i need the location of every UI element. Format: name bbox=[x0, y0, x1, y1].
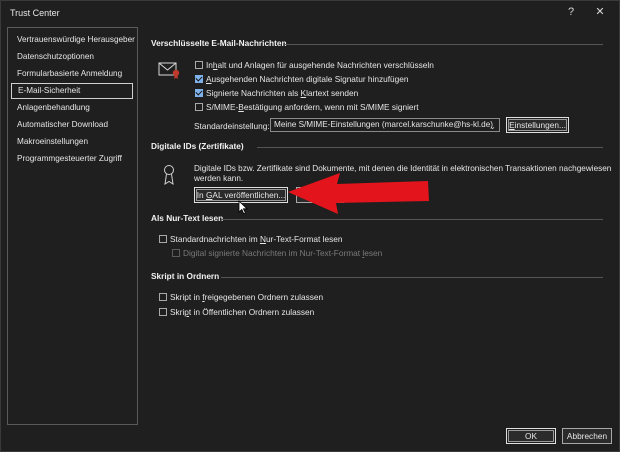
send-cleartext-signed-checkbox[interactable] bbox=[195, 89, 203, 97]
script-public-folders-checkbox[interactable] bbox=[159, 308, 167, 316]
section-divider bbox=[257, 147, 603, 148]
section-divider bbox=[283, 44, 603, 45]
sidebar-item-automatic-download[interactable]: Automatischer Download bbox=[11, 117, 133, 133]
send-cleartext-signed-label: Signierte Nachrichten als Klartext sende… bbox=[206, 88, 359, 98]
add-digital-signature-checkbox[interactable] bbox=[195, 75, 203, 83]
digital-ids-heading: Digitale IDs (Zertifikate) bbox=[151, 141, 244, 151]
red-arrow-annotation bbox=[288, 173, 429, 214]
read-signed-plain-text-label: Digital signierte Nachrichten im Nur-Tex… bbox=[183, 248, 383, 258]
script-shared-folders-label: Skript in freigegebenen Ordnern zulassen bbox=[170, 292, 324, 302]
read-signed-plain-text-checkbox[interactable] bbox=[172, 249, 180, 257]
default-setting-select[interactable]: Meine S/MIME-Einstellungen (marcel.karsc… bbox=[270, 118, 500, 132]
settings-button[interactable]: Einstellungen... bbox=[506, 117, 569, 133]
default-setting-value: Meine S/MIME-Einstellungen (marcel.karsc… bbox=[274, 120, 493, 129]
smime-receipt-label: S/MIME-Bestätigung anfordern, wenn mit S… bbox=[206, 102, 419, 112]
sidebar-item-email-security[interactable]: E-Mail-Sicherheit bbox=[11, 83, 133, 99]
plain-text-heading: Als Nur-Text lesen bbox=[151, 213, 224, 223]
signed-mail-icon bbox=[158, 62, 180, 79]
default-setting-label: Standardeinstellung: bbox=[194, 121, 270, 131]
ok-button[interactable]: OK bbox=[506, 428, 556, 444]
sidebar-item-macro-settings[interactable]: Makroeinstellungen bbox=[11, 134, 133, 150]
help-button[interactable]: ? bbox=[563, 4, 579, 20]
category-sidebar: Vertrauenswürdige Herausgeber Datenschut… bbox=[7, 27, 138, 425]
smime-receipt-checkbox[interactable] bbox=[195, 103, 203, 111]
encrypt-content-label: Inhalt und Anlagen für ausgehende Nachri… bbox=[206, 60, 434, 70]
sidebar-item-trusted-publishers[interactable]: Vertrauenswürdige Herausgeber bbox=[11, 32, 135, 48]
sidebar-item-attachment-handling[interactable]: Anlagenbehandlung bbox=[11, 100, 133, 116]
section-divider bbox=[221, 219, 603, 220]
script-public-folders-label: Skript in Öffentlichen Ordnern zulassen bbox=[170, 307, 315, 317]
dialog-title: Trust Center bbox=[10, 8, 60, 18]
section-divider bbox=[221, 277, 603, 278]
close-button[interactable]: ✕ bbox=[592, 4, 608, 20]
encrypted-email-heading: Verschlüsselte E-Mail-Nachrichten bbox=[151, 38, 287, 48]
read-plain-text-label: Standardnachrichten im Nur-Text-Format l… bbox=[170, 234, 343, 244]
read-plain-text-checkbox[interactable] bbox=[159, 235, 167, 243]
sidebar-item-privacy-options[interactable]: Datenschutzoptionen bbox=[11, 49, 133, 65]
encrypt-content-checkbox[interactable] bbox=[195, 61, 203, 69]
sidebar-item-form-based-signin[interactable]: Formularbasierte Anmeldung bbox=[11, 66, 133, 82]
cancel-button[interactable]: Abbrechen bbox=[562, 428, 612, 444]
add-digital-signature-label: Ausgehenden Nachrichten digitale Signatu… bbox=[206, 74, 409, 84]
sidebar-item-programmatic-access[interactable]: Programmgesteuerter Zugriff bbox=[11, 151, 133, 167]
mouse-cursor-icon bbox=[238, 200, 248, 215]
certificate-ribbon-icon bbox=[164, 165, 174, 185]
script-in-folders-heading: Skript in Ordnern bbox=[151, 271, 220, 281]
script-shared-folders-checkbox[interactable] bbox=[159, 293, 167, 301]
chevron-down-icon: ⌄ bbox=[489, 122, 496, 131]
